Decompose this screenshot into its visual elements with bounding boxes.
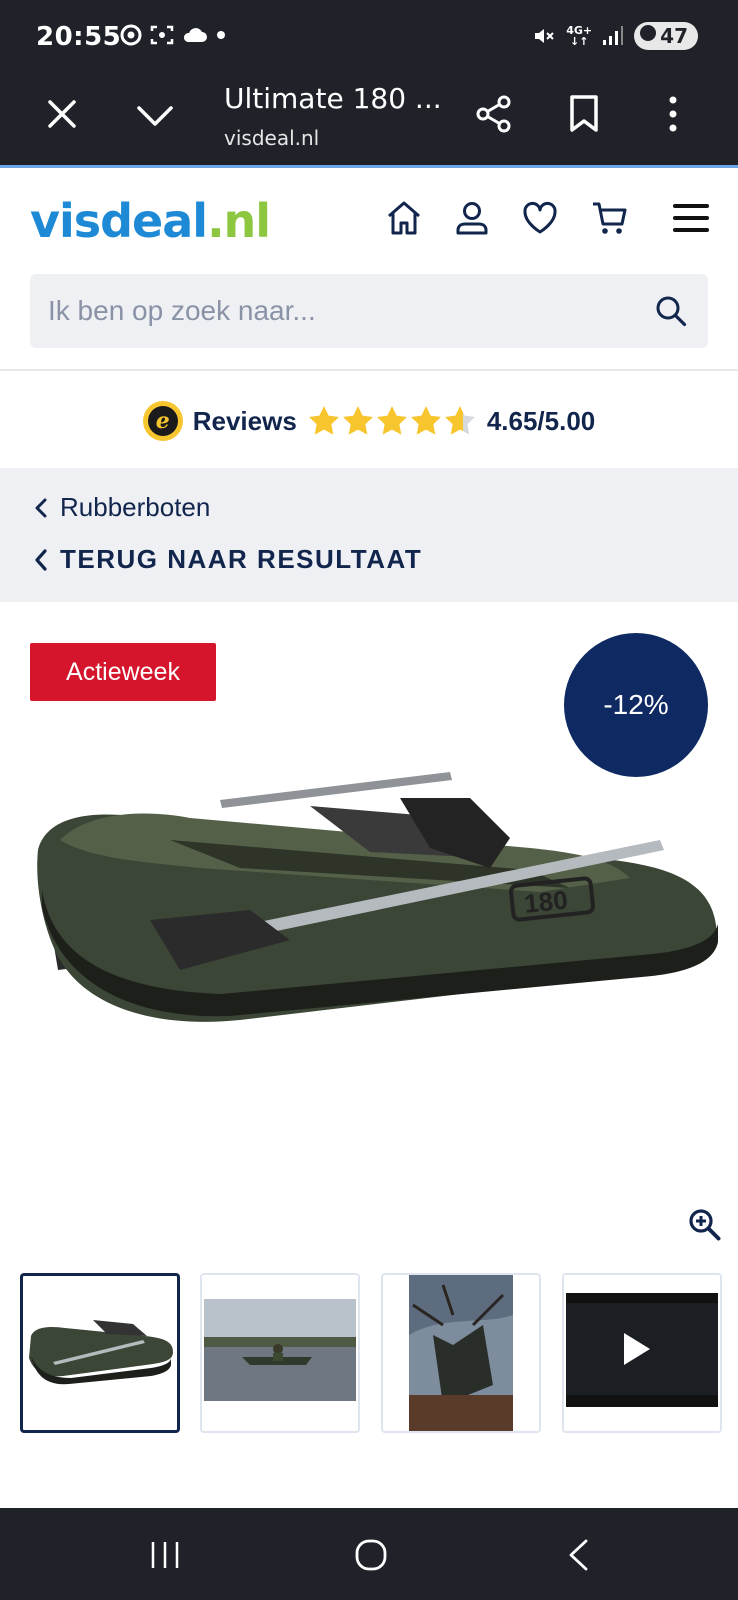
chevron-left-icon <box>35 548 47 571</box>
discount-badge: -12% <box>564 633 708 777</box>
page-url[interactable]: visdeal.nl <box>224 126 319 150</box>
rating-stars <box>308 406 475 435</box>
thumbnail-lake-image <box>204 1299 356 1401</box>
status-time: 20:55 <box>36 22 122 52</box>
home-icon[interactable] <box>384 198 424 238</box>
breadcrumb-category-label: Rubberboten <box>60 492 211 522</box>
cloud-icon <box>183 28 207 42</box>
browser-toolbar: Ultimate 180 ... visdeal.nl <box>0 74 738 168</box>
chevron-down-icon[interactable] <box>136 104 174 128</box>
progress-line <box>0 165 738 168</box>
screenshot-icon <box>150 25 174 45</box>
home-button-icon[interactable] <box>354 1538 388 1572</box>
reviews-label: Reviews <box>192 405 297 436</box>
menu-hamburger-icon[interactable] <box>672 198 710 238</box>
half-star-icon <box>444 406 475 435</box>
breadcrumb-panel: Rubberboten TERUG NAAR RESULTAAT <box>0 468 738 602</box>
thumbnail-tree-image <box>409 1275 513 1431</box>
back-button-icon[interactable] <box>566 1538 590 1572</box>
back-to-results-label: TERUG NAAR RESULTAAT <box>60 544 423 574</box>
promo-badge: Actieweek <box>30 643 216 701</box>
thumbnail-boat-studio[interactable] <box>20 1273 180 1433</box>
battery-saver-icon <box>640 25 657 41</box>
product-main-image[interactable]: 180 <box>20 770 720 1050</box>
reviews-score: 4.65/5.00 <box>486 405 596 436</box>
thumbnail-boat-image <box>29 1320 173 1385</box>
battery-indicator: 47 <box>634 22 698 50</box>
breadcrumb-category-link[interactable]: Rubberboten <box>34 492 210 523</box>
zoom-icon[interactable] <box>688 1208 722 1242</box>
thumbnail-boat-tree[interactable] <box>381 1273 541 1433</box>
hull-logo-text: 180 <box>523 884 569 918</box>
trusted-shops-badge-icon: e <box>142 401 183 441</box>
search-bar <box>30 274 708 348</box>
back-to-results-link[interactable]: TERUG NAAR RESULTAAT <box>34 544 422 575</box>
status-bar: 20:55 4G+ ↓↑ 47 <box>0 0 738 74</box>
bookmark-icon[interactable] <box>568 94 600 134</box>
account-icon[interactable] <box>452 198 492 238</box>
system-navigation-bar <box>0 1508 738 1600</box>
site-logo[interactable]: visdeal.nl <box>30 194 271 248</box>
more-options-icon[interactable] <box>666 94 680 134</box>
mute-icon <box>535 29 554 43</box>
search-input[interactable] <box>48 292 628 330</box>
share-icon[interactable] <box>474 94 514 134</box>
page-title[interactable]: Ultimate 180 ... <box>224 82 442 115</box>
star-icon <box>410 406 441 435</box>
network-indicator: 4G+ ↓↑ <box>566 24 593 48</box>
thumbnail-video[interactable] <box>562 1273 722 1433</box>
close-icon[interactable] <box>46 98 78 130</box>
chrome-icon <box>120 24 142 46</box>
thumbnail-boat-lake[interactable] <box>200 1273 360 1433</box>
header-divider <box>0 369 738 371</box>
chevron-left-icon <box>35 498 47 517</box>
search-icon[interactable] <box>654 294 688 328</box>
wishlist-heart-icon[interactable] <box>520 198 560 238</box>
recent-apps-icon[interactable] <box>150 1540 180 1570</box>
star-icon <box>308 406 339 435</box>
dot-icon <box>217 31 225 39</box>
reviews-bar[interactable]: e Reviews 4.65/5.00 <box>0 394 738 448</box>
cart-icon[interactable] <box>590 198 630 238</box>
signal-icon <box>603 26 624 45</box>
status-notification-icons <box>120 24 226 46</box>
status-system-icons: 4G+ ↓↑ 47 <box>532 22 698 50</box>
star-icon <box>376 406 407 435</box>
star-icon <box>342 406 373 435</box>
thumbnail-video-image <box>566 1293 718 1407</box>
